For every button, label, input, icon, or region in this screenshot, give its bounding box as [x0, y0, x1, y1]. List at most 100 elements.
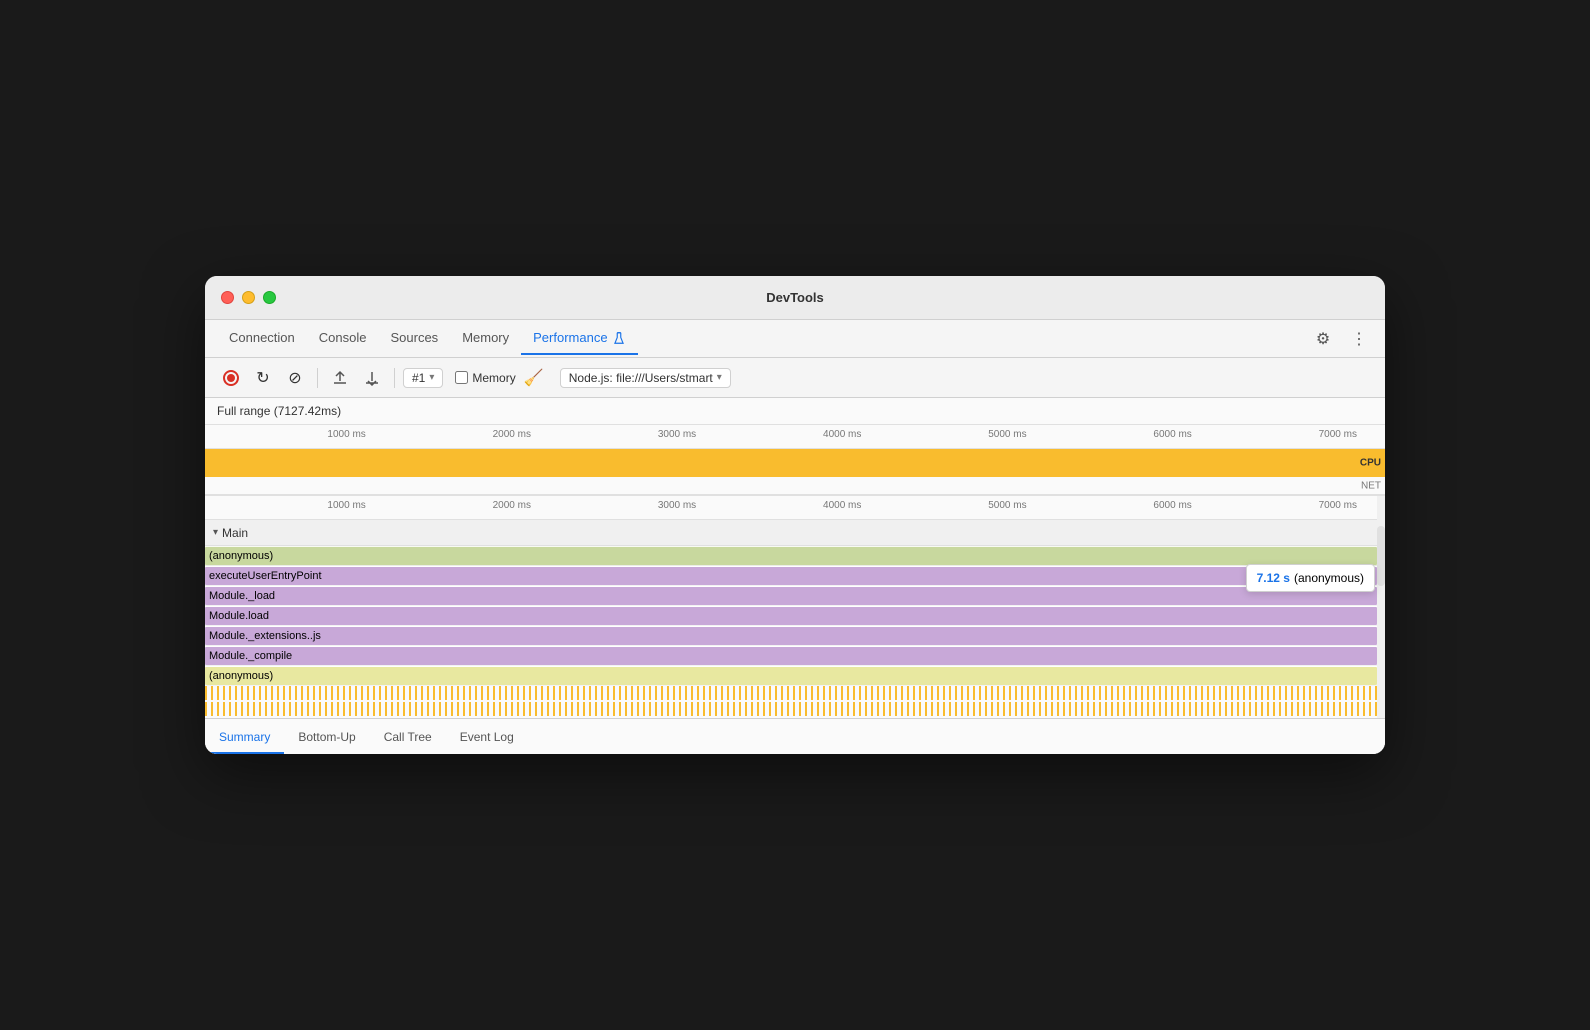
- tooltip-label: (anonymous): [1294, 571, 1364, 585]
- toolbar: ↻ ⊘ #1 ▾ Memory 🧹 Node.js: file:///Users…: [205, 358, 1385, 398]
- tick-4000: 4000 ms: [823, 429, 861, 440]
- tab-sources[interactable]: Sources: [378, 322, 450, 355]
- memory-check-input[interactable]: [455, 371, 468, 384]
- bottom-tabs: Summary Bottom-Up Call Tree Event Log: [205, 718, 1385, 754]
- flame-label-anonymous-2: (anonymous): [209, 670, 273, 682]
- mini-bars-1: [205, 686, 1385, 718]
- flame-tick-1000: 1000 ms: [327, 500, 365, 511]
- flame-cell-module-load2[interactable]: Module.load: [205, 607, 1377, 625]
- flame-row-5[interactable]: Module._compile: [205, 646, 1385, 666]
- separator-1: [317, 368, 318, 388]
- flame-label-compile: Module._compile: [209, 650, 292, 662]
- download-icon: [364, 370, 380, 386]
- flame-label-extensions: Module._extensions..js: [209, 630, 321, 642]
- net-bar: NET: [205, 477, 1385, 495]
- upload-icon: [332, 370, 348, 386]
- more-icon[interactable]: ⋮: [1345, 325, 1373, 353]
- clear-button[interactable]: ⊘: [281, 364, 309, 392]
- download-button[interactable]: [358, 364, 386, 392]
- scrollbar-thumb[interactable]: [1377, 526, 1385, 586]
- flame-row-1[interactable]: executeUserEntryPoint 7.12 s (anonymous): [205, 566, 1385, 586]
- tick-3000: 3000 ms: [658, 429, 696, 440]
- chevron-down-icon: ▾: [429, 372, 434, 383]
- flame-row-0[interactable]: (anonymous): [205, 546, 1385, 566]
- tab-icons: ⚙ ⋮: [1309, 325, 1373, 353]
- tab-call-tree[interactable]: Call Tree: [370, 722, 446, 754]
- settings-icon[interactable]: ⚙: [1309, 325, 1337, 353]
- flame-tick-4000: 4000 ms: [823, 500, 861, 511]
- tab-summary[interactable]: Summary: [205, 722, 284, 754]
- flame-tick-5000: 5000 ms: [988, 500, 1026, 511]
- separator-2: [394, 368, 395, 388]
- flame-label-module-load: Module._load: [209, 590, 275, 602]
- tab-performance[interactable]: Performance: [521, 322, 637, 355]
- mini-bar-row-1: [205, 686, 1377, 700]
- flame-cell-extensions[interactable]: Module._extensions..js: [205, 627, 1377, 645]
- flame-label-module-load2: Module.load: [209, 610, 269, 622]
- memory-tool-icon[interactable]: 🧹: [520, 364, 548, 392]
- flame-tick-6000: 6000 ms: [1153, 500, 1191, 511]
- collapse-icon[interactable]: ▾: [213, 527, 218, 538]
- tick-2000: 2000 ms: [493, 429, 531, 440]
- flame-rows: (anonymous) executeUserEntryPoint 7.12 s…: [205, 546, 1385, 718]
- flame-cell-execute[interactable]: executeUserEntryPoint: [205, 567, 1377, 585]
- cpu-bar: CPU: [205, 449, 1385, 477]
- upload-button[interactable]: [326, 364, 354, 392]
- timeline-container: 1000 ms 2000 ms 3000 ms 4000 ms 5000 ms …: [205, 425, 1385, 496]
- node-selector[interactable]: Node.js: file:///Users/stmart ▾: [560, 368, 731, 388]
- tabs-bar: Connection Console Sources Memory Perfor…: [205, 320, 1385, 358]
- tab-connection[interactable]: Connection: [217, 322, 307, 355]
- flame-ruler: 1000 ms 2000 ms 3000 ms 4000 ms 5000 ms …: [205, 496, 1385, 520]
- main-label: Main: [222, 526, 248, 540]
- scrollbar-track: [1377, 496, 1385, 718]
- flame-cell-anonymous-1[interactable]: (anonymous): [205, 547, 1377, 565]
- tab-console[interactable]: Console: [307, 322, 379, 355]
- time-ruler-top: 1000 ms 2000 ms 3000 ms 4000 ms 5000 ms …: [205, 425, 1385, 449]
- node-label: Node.js: file:///Users/stmart: [569, 371, 713, 385]
- reload-button[interactable]: ↻: [249, 364, 277, 392]
- traffic-lights: [221, 291, 276, 304]
- tab-memory[interactable]: Memory: [450, 322, 521, 355]
- flame-chart-area: 1000 ms 2000 ms 3000 ms 4000 ms 5000 ms …: [205, 496, 1385, 718]
- flame-row-4[interactable]: Module._extensions..js: [205, 626, 1385, 646]
- tick-7000: 7000 ms: [1319, 429, 1357, 440]
- memory-label: Memory: [472, 371, 515, 385]
- record-icon: [223, 370, 239, 386]
- flame-row-3[interactable]: Module.load: [205, 606, 1385, 626]
- node-chevron-icon: ▾: [717, 372, 722, 383]
- time-ruler-inner-bottom: 1000 ms 2000 ms 3000 ms 4000 ms 5000 ms …: [205, 496, 1385, 519]
- cpu-label: CPU: [1360, 458, 1381, 469]
- maximize-button[interactable]: [263, 291, 276, 304]
- flame-row-2[interactable]: Module._load: [205, 586, 1385, 606]
- flame-tick-3000: 3000 ms: [658, 500, 696, 511]
- mini-bar-row-2: [205, 702, 1377, 716]
- tab-bottom-up[interactable]: Bottom-Up: [284, 722, 369, 754]
- flame-row-6[interactable]: (anonymous): [205, 666, 1385, 686]
- flame-tick-2000: 2000 ms: [493, 500, 531, 511]
- flame-cell-module-load[interactable]: Module._load: [205, 587, 1377, 605]
- net-label: NET: [1361, 480, 1381, 491]
- profile-selector[interactable]: #1 ▾: [403, 368, 443, 388]
- full-range-label: Full range (7127.42ms): [205, 398, 1385, 425]
- window-title: DevTools: [766, 290, 824, 305]
- main-section-header: ▾ Main: [205, 520, 1385, 546]
- tick-6000: 6000 ms: [1153, 429, 1191, 440]
- memory-checkbox[interactable]: Memory: [455, 371, 515, 385]
- flame-label-anonymous-1: (anonymous): [209, 550, 273, 562]
- record-button[interactable]: [217, 364, 245, 392]
- profile-label: #1: [412, 371, 425, 385]
- tab-event-log[interactable]: Event Log: [446, 722, 528, 754]
- tick-5000: 5000 ms: [988, 429, 1026, 440]
- flame-cell-anonymous-2[interactable]: (anonymous): [205, 667, 1377, 685]
- tick-1000: 1000 ms: [327, 429, 365, 440]
- main-content: Full range (7127.42ms) 1000 ms 2000 ms 3…: [205, 398, 1385, 754]
- time-ruler-inner-top: 1000 ms 2000 ms 3000 ms 4000 ms 5000 ms …: [205, 425, 1385, 448]
- devtools-window: DevTools Connection Console Sources Memo…: [205, 276, 1385, 754]
- close-button[interactable]: [221, 291, 234, 304]
- flame-label-execute: executeUserEntryPoint: [209, 570, 322, 582]
- flame-tick-7000: 7000 ms: [1319, 500, 1357, 511]
- flame-cell-compile[interactable]: Module._compile: [205, 647, 1377, 665]
- minimize-button[interactable]: [242, 291, 255, 304]
- tooltip-time: 7.12 s: [1257, 571, 1290, 585]
- flask-icon: [612, 331, 626, 345]
